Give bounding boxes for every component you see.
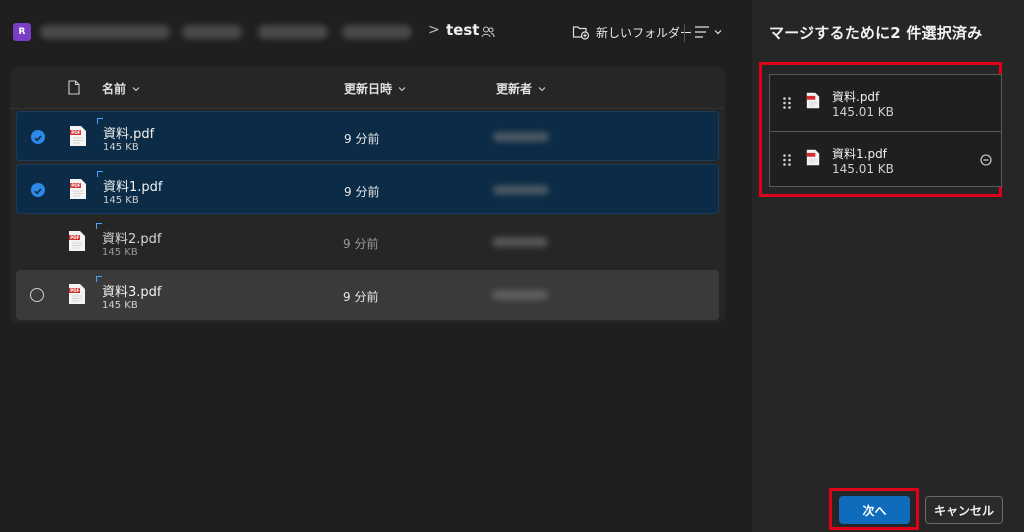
chevron-down-icon xyxy=(714,30,722,35)
file-modified-by-blurred xyxy=(493,185,549,195)
merge-panel: マージするために2 件選択済み 資料.pdf 145.01 KB 資料1.pdf… xyxy=(752,0,1024,532)
list-header: 名前 更新日時 更新者 xyxy=(10,67,725,109)
file-modified: 9 分前 xyxy=(343,237,379,251)
file-modified: 9 分前 xyxy=(343,290,379,304)
file-size: 145 KB xyxy=(102,247,138,258)
merge-file-size: 145.01 KB xyxy=(832,162,894,176)
file-size: 145 KB xyxy=(103,142,139,153)
new-folder-button[interactable]: 新しいフォルダー xyxy=(572,22,692,42)
header-modified[interactable]: 更新日時 xyxy=(344,80,406,97)
panel-title: マージするために2 件選択済み xyxy=(769,24,983,42)
file-list: 名前 更新日時 更新者 PDF 資料.pdf 145 KB 9 分前 PDF 資… xyxy=(10,67,725,323)
pdf-icon: PDF xyxy=(69,231,85,251)
svg-text:PDF: PDF xyxy=(71,183,81,188)
shared-icon xyxy=(481,26,495,38)
header-modified-by[interactable]: 更新者 xyxy=(496,80,546,97)
document-icon[interactable] xyxy=(68,80,80,95)
breadcrumb-current[interactable]: test xyxy=(446,21,479,39)
file-name[interactable]: 資料.pdf xyxy=(103,123,154,142)
pdf-icon: PDF xyxy=(70,179,86,199)
drag-handle-icon[interactable] xyxy=(782,96,792,110)
site-badge[interactable]: R xyxy=(13,23,31,41)
table-row[interactable]: PDF 資料2.pdf 145 KB 9 分前 xyxy=(16,217,719,267)
file-name[interactable]: 資料3.pdf xyxy=(102,281,161,300)
folder-add-icon xyxy=(572,26,590,40)
svg-text:PDF: PDF xyxy=(70,235,80,240)
file-size: 145 KB xyxy=(103,195,139,206)
file-browser: R > test 新しいフォルダー 名前 更新日時 更新者 PDF 資料.pdf… xyxy=(0,0,752,532)
breadcrumb-blurred-3[interactable] xyxy=(258,25,328,39)
file-name[interactable]: 資料1.pdf xyxy=(103,176,162,195)
toolbar-divider xyxy=(684,24,685,42)
list-view-icon xyxy=(695,26,709,38)
breadcrumb-blurred-2[interactable] xyxy=(182,25,242,39)
drag-handle-icon[interactable] xyxy=(782,153,792,167)
chevron-down-icon xyxy=(538,86,546,91)
breadcrumb-separator: > xyxy=(428,22,440,38)
table-row[interactable]: PDF 資料.pdf 145 KB 9 分前 xyxy=(16,111,719,161)
next-button[interactable]: 次へ xyxy=(839,496,910,524)
header-modified-label: 更新日時 xyxy=(344,82,393,96)
file-modified-by-blurred xyxy=(492,290,548,300)
merge-file-name: 資料.pdf xyxy=(832,90,880,104)
file-modified-by-blurred xyxy=(493,132,549,142)
table-row[interactable]: PDF 資料1.pdf 145 KB 9 分前 xyxy=(16,164,719,214)
pdf-icon xyxy=(806,149,820,166)
svg-text:PDF: PDF xyxy=(70,288,80,293)
pdf-icon: PDF xyxy=(70,126,86,146)
top-bar: R > test 新しいフォルダー xyxy=(0,0,752,64)
row-checkbox[interactable] xyxy=(31,130,45,144)
remove-icon[interactable] xyxy=(980,154,992,166)
list-item[interactable]: 資料1.pdf 145.01 KB xyxy=(770,131,1001,187)
header-name-label: 名前 xyxy=(102,82,127,96)
checkmark-icon xyxy=(34,188,42,195)
merge-file-list: 資料.pdf 145.01 KB 資料1.pdf 145.01 KB xyxy=(769,74,1002,187)
view-options-button[interactable] xyxy=(694,25,722,39)
breadcrumb-blurred-1[interactable] xyxy=(40,25,170,39)
svg-text:PDF: PDF xyxy=(71,130,81,135)
pdf-icon xyxy=(806,92,820,109)
new-folder-label: 新しいフォルダー xyxy=(596,25,693,40)
file-size: 145 KB xyxy=(102,300,138,311)
file-modified: 9 分前 xyxy=(344,132,380,146)
cancel-button[interactable]: キャンセル xyxy=(925,496,1003,524)
chevron-down-icon xyxy=(132,86,140,91)
list-item[interactable]: 資料.pdf 145.01 KB xyxy=(770,75,1001,131)
merge-file-name: 資料1.pdf xyxy=(832,147,887,161)
merge-file-size: 145.01 KB xyxy=(832,105,894,119)
pdf-icon: PDF xyxy=(69,284,85,304)
header-modified-by-label: 更新者 xyxy=(496,82,533,96)
file-modified-by-blurred xyxy=(492,237,548,247)
header-name[interactable]: 名前 xyxy=(102,80,140,97)
table-row[interactable]: PDF 資料3.pdf 145 KB 9 分前 xyxy=(16,270,719,320)
checkmark-icon xyxy=(34,135,42,142)
chevron-down-icon xyxy=(398,86,406,91)
file-name[interactable]: 資料2.pdf xyxy=(102,228,161,247)
file-modified: 9 分前 xyxy=(344,185,380,199)
breadcrumb-blurred-4[interactable] xyxy=(342,25,412,39)
row-checkbox[interactable] xyxy=(31,183,45,197)
row-checkbox[interactable] xyxy=(30,288,44,302)
